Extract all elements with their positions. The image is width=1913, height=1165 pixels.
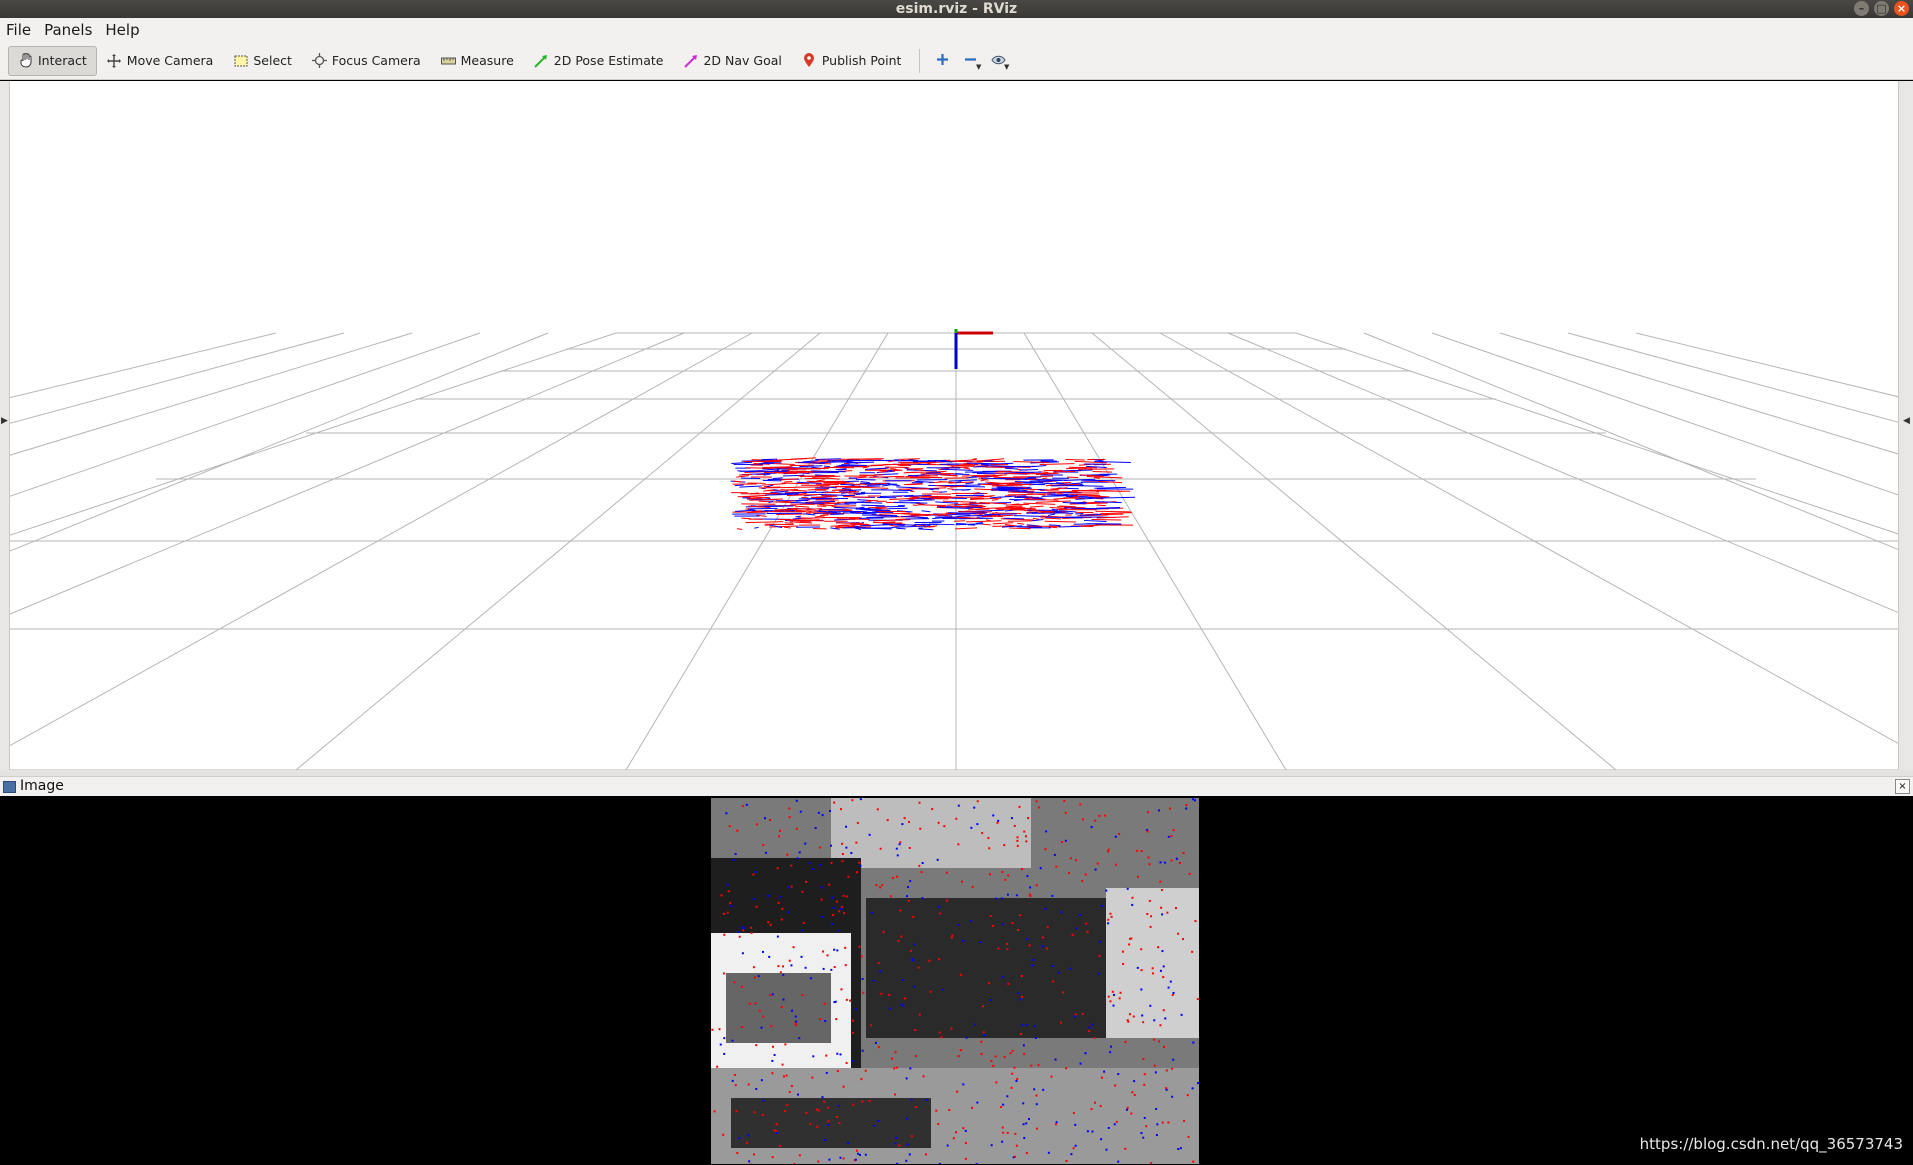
image-display-area: https://blog.csdn.net/qq_36573743	[0, 796, 1913, 1165]
close-icon[interactable]: ×	[1894, 1, 1909, 16]
image-panel-icon	[3, 781, 16, 793]
window-title: esim.rviz - RViz	[895, 1, 1018, 17]
menu-bar: File Panels Help	[0, 18, 1913, 42]
interact-tool-button[interactable]: Interact	[8, 45, 97, 76]
minimize-icon[interactable]: –	[1854, 1, 1869, 16]
remove-tool-button[interactable]: ▼	[956, 46, 984, 76]
move-camera-tool-button[interactable]: Move Camera	[97, 46, 224, 76]
measure-tool-button[interactable]: Measure	[431, 46, 524, 76]
interact-tool-label: Interact	[38, 53, 87, 68]
pose-estimate-tool-button[interactable]: 2D Pose Estimate	[524, 46, 674, 76]
camera-scene	[711, 798, 1199, 1164]
pose-estimate-tool-label: 2D Pose Estimate	[553, 53, 664, 68]
publish-point-tool-label: Publish Point	[821, 53, 902, 68]
focus-camera-tool-label: Focus Camera	[331, 53, 421, 68]
move-camera-tool-label: Move Camera	[126, 53, 214, 68]
window-titlebar: esim.rviz - RViz – □ ×	[0, 0, 1913, 18]
chevron-down-icon: ▼	[976, 62, 982, 71]
nav-arrow-icon	[683, 53, 698, 68]
plus-icon	[936, 53, 949, 69]
publish-point-tool-button[interactable]: Publish Point	[792, 46, 912, 76]
ruler-icon	[440, 53, 456, 68]
menu-panels[interactable]: Panels	[44, 18, 92, 42]
left-dock-collapse[interactable]: ▶	[0, 81, 10, 770]
select-icon	[233, 53, 248, 68]
focus-camera-tool-button[interactable]: Focus Camera	[302, 46, 431, 76]
visibility-tool-button[interactable]: ▼	[984, 46, 1012, 76]
nav-goal-tool-label: 2D Nav Goal	[703, 53, 782, 68]
grid-scene	[10, 329, 1898, 770]
measure-tool-label: Measure	[460, 53, 514, 68]
chevron-right-icon: ▶	[1, 416, 8, 426]
hand-icon	[18, 53, 33, 68]
pose-arrow-icon	[534, 53, 549, 68]
image-panel-title: Image	[20, 778, 64, 794]
image-panel-header: Image ×	[0, 776, 1913, 796]
render-viewport[interactable]	[10, 81, 1898, 770]
maximize-icon[interactable]: □	[1874, 1, 1889, 16]
tool-bar: Interact Move Camera Select Focus Camera…	[0, 42, 1913, 80]
chevron-left-icon: ◀	[1903, 416, 1910, 426]
close-icon[interactable]: ×	[1895, 779, 1910, 794]
ground-grid	[10, 332, 1898, 770]
pin-icon	[802, 53, 817, 68]
select-tool-label: Select	[253, 53, 292, 68]
toolbar-separator	[919, 48, 921, 73]
minus-icon	[964, 53, 977, 69]
event-point-cloud	[730, 457, 1136, 531]
focus-camera-icon	[311, 53, 327, 68]
menu-help[interactable]: Help	[105, 18, 139, 42]
select-tool-button[interactable]: Select	[223, 46, 302, 76]
watermark-url: https://blog.csdn.net/qq_36573743	[1639, 1135, 1903, 1153]
add-tool-button[interactable]	[928, 46, 956, 76]
right-dock-collapse[interactable]: ◀	[1898, 81, 1913, 770]
move-camera-icon	[107, 53, 122, 68]
menu-file[interactable]: File	[6, 18, 31, 42]
camera-event-image	[711, 798, 1199, 1164]
chevron-down-icon: ▼	[1004, 62, 1010, 71]
nav-goal-tool-button[interactable]: 2D Nav Goal	[673, 46, 791, 76]
